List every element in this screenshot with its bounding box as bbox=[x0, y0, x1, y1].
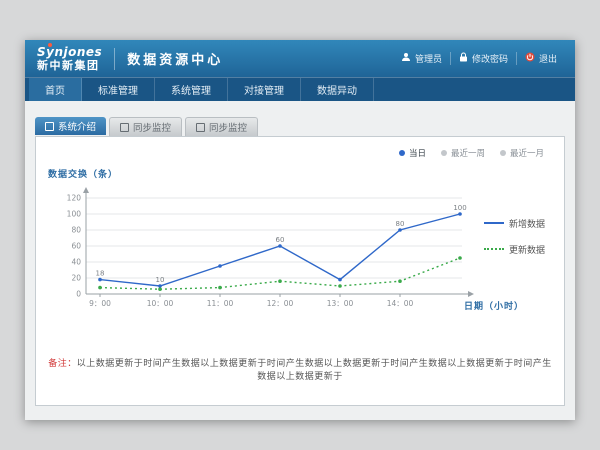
note-text: 以上数据更新于时间产生数据以上数据更新于时间产生数据以上数据更新于时间产生数据以… bbox=[77, 359, 552, 382]
svg-text:9：00: 9：00 bbox=[89, 299, 111, 308]
logout-button[interactable]: 退出 bbox=[516, 52, 565, 65]
legend-new-data[interactable]: 新增数据 bbox=[484, 217, 545, 230]
legend-label: 新增数据 bbox=[509, 217, 545, 230]
tab-grid-icon bbox=[196, 123, 205, 132]
line-chart: 0 20 40 60 80 100 120 9：00 10：00 11：00 12：00 13：00 1… bbox=[48, 182, 478, 324]
nav-item-interface-mgmt[interactable]: 对接管理 bbox=[228, 78, 301, 101]
svg-text:120: 120 bbox=[67, 194, 82, 203]
svg-text:14：00: 14：00 bbox=[387, 299, 414, 308]
tab-system-intro[interactable]: 系统介绍 bbox=[35, 117, 106, 135]
header-actions: 管理员 修改密码 退出 bbox=[393, 52, 565, 65]
solid-line-icon bbox=[484, 222, 504, 224]
tab-sync-monitor-2[interactable]: 同步监控 bbox=[185, 117, 258, 136]
content-area: 系统介绍 同步监控 同步监控 当日 bbox=[25, 101, 575, 420]
svg-text:20: 20 bbox=[71, 274, 81, 283]
note-prefix: 备注： bbox=[48, 359, 77, 369]
legend-label: 更新数据 bbox=[509, 243, 545, 256]
tab-label: 同步监控 bbox=[209, 120, 247, 134]
svg-text:80: 80 bbox=[396, 220, 405, 228]
desktop-background: Synjones 新中新集团 数据资源中心 管理员 修改密码 bbox=[0, 0, 600, 450]
svg-text:100: 100 bbox=[67, 210, 82, 219]
change-password-button[interactable]: 修改密码 bbox=[450, 52, 516, 65]
header-divider bbox=[114, 48, 115, 70]
svg-text:100: 100 bbox=[453, 204, 466, 212]
tab-bar: 系统介绍 同步监控 同步监控 bbox=[35, 117, 575, 136]
admin-user-button[interactable]: 管理员 bbox=[393, 52, 450, 65]
change-password-label: 修改密码 bbox=[472, 52, 508, 65]
user-icon bbox=[401, 52, 411, 65]
tab-sync-monitor-1[interactable]: 同步监控 bbox=[109, 117, 182, 136]
tab-grid-icon bbox=[120, 123, 129, 132]
filter-label: 当日 bbox=[409, 147, 426, 159]
logo-subtext: 新中新集团 bbox=[37, 60, 102, 71]
app-header: Synjones 新中新集团 数据资源中心 管理员 修改密码 bbox=[25, 40, 575, 77]
filter-label: 最近一周 bbox=[451, 147, 485, 159]
admin-user-label: 管理员 bbox=[415, 52, 442, 65]
page-title: 数据资源中心 bbox=[127, 49, 223, 68]
svg-text:10：00: 10：00 bbox=[147, 299, 174, 308]
logo-text: Synjones bbox=[37, 46, 102, 58]
tab-label: 系统介绍 bbox=[58, 119, 96, 133]
lock-icon bbox=[459, 52, 468, 65]
logout-label: 退出 bbox=[539, 52, 557, 65]
app-window: Synjones 新中新集团 数据资源中心 管理员 修改密码 bbox=[25, 40, 575, 420]
nav-item-system-mgmt[interactable]: 系统管理 bbox=[155, 78, 228, 101]
logo-dot bbox=[48, 43, 52, 47]
x-axis-title: 日期（小时） bbox=[464, 299, 524, 312]
chart-panel: 当日 最近一周 最近一月 数据交换（条） 0 20 40 60 80 100 120 9：00… bbox=[35, 136, 565, 406]
dotted-line-icon bbox=[484, 248, 504, 250]
nav-item-data-change[interactable]: 数据异动 bbox=[301, 78, 374, 101]
nav-item-standard-mgmt[interactable]: 标准管理 bbox=[82, 78, 155, 101]
footer-note: 备注：以上数据更新于时间产生数据以上数据更新于时间产生数据以上数据更新于时间产生… bbox=[48, 356, 552, 382]
legend-dot-icon bbox=[500, 150, 506, 156]
filter-today[interactable]: 当日 bbox=[399, 147, 426, 159]
svg-text:60: 60 bbox=[276, 236, 285, 244]
svg-text:12：00: 12：00 bbox=[267, 299, 294, 308]
svg-text:11：00: 11：00 bbox=[207, 299, 234, 308]
svg-text:18: 18 bbox=[96, 270, 105, 278]
filter-label: 最近一月 bbox=[510, 147, 544, 159]
y-axis-title: 数据交换（条） bbox=[48, 167, 552, 180]
chart-row: 0 20 40 60 80 100 120 9：00 10：00 11：00 12：00 13：00 1… bbox=[48, 182, 552, 324]
period-filters: 当日 最近一周 最近一月 bbox=[399, 147, 544, 159]
tab-label: 同步监控 bbox=[133, 120, 171, 134]
filter-last-week[interactable]: 最近一周 bbox=[441, 147, 485, 159]
svg-text:80: 80 bbox=[71, 226, 81, 235]
svg-text:40: 40 bbox=[71, 258, 81, 267]
main-nav: 首页 标准管理 系统管理 对接管理 数据异动 bbox=[25, 77, 575, 101]
filter-last-month[interactable]: 最近一月 bbox=[500, 147, 544, 159]
logo: Synjones 新中新集团 bbox=[35, 46, 102, 71]
svg-text:13：00: 13：00 bbox=[327, 299, 354, 308]
legend-dot-icon bbox=[399, 150, 405, 156]
tab-grid-icon bbox=[45, 122, 54, 131]
svg-text:10: 10 bbox=[156, 276, 165, 284]
power-icon bbox=[525, 52, 535, 65]
legend-dot-icon bbox=[441, 150, 447, 156]
svg-text:60: 60 bbox=[71, 242, 81, 251]
legend-updated-data[interactable]: 更新数据 bbox=[484, 243, 545, 256]
svg-text:0: 0 bbox=[76, 290, 81, 299]
nav-item-home[interactable]: 首页 bbox=[29, 78, 82, 101]
